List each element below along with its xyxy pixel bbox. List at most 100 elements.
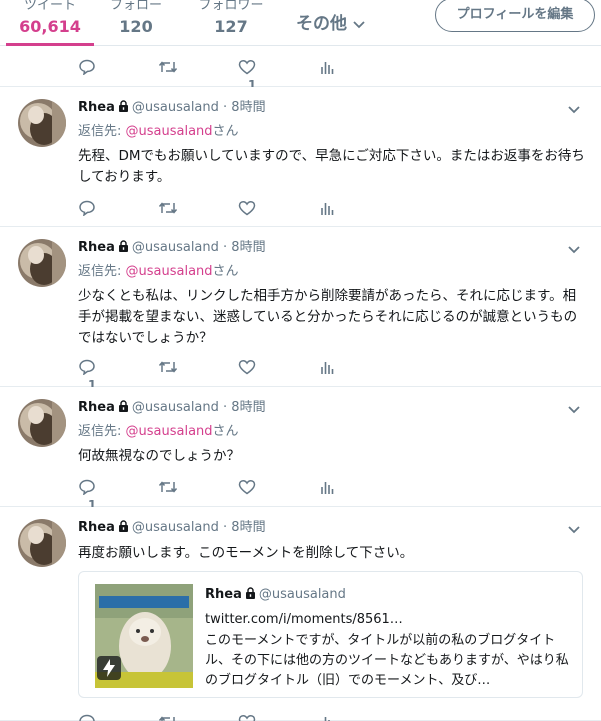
handle[interactable]: @usausaland [132,520,219,535]
card-handle: @usausaland [258,587,346,602]
moment-card[interactable]: Rhea @usausaland twitter.com/i/moments/85… [78,571,583,698]
reply-mention[interactable]: @usausaland [126,424,213,439]
retweet-button[interactable] [158,58,178,78]
tweet-header: Rhea @usausaland · 8時間 [78,519,587,538]
timestamp[interactable]: · 8時間 [223,240,266,255]
analytics-button[interactable] [320,58,334,78]
followers-label: フォロワー [198,0,264,13]
chevron-down-icon[interactable] [567,243,581,254]
tab-tweets[interactable]: ツイート 60,614 [6,0,94,46]
reply-suffix: さん [212,264,239,279]
reply-button[interactable] [78,58,96,78]
analytics-icon [320,479,334,494]
avatar[interactable] [18,99,66,147]
lock-icon [118,240,129,258]
analytics-button[interactable] [320,713,334,721]
avatar[interactable] [18,519,66,567]
tweet-body: Rhea @usausaland · 8時間 返信先: @usausalandさん… [78,399,587,467]
timestamp[interactable]: · 8時間 [223,520,266,535]
like-icon [238,359,256,374]
like-icon [238,714,256,721]
analytics-icon [320,200,334,215]
edit-profile-button[interactable]: プロフィールを編集 [435,0,595,32]
like-icon [238,200,256,215]
like-button[interactable] [238,713,256,721]
reply-prefix: 返信先: [78,124,126,139]
analytics-button[interactable] [320,358,334,378]
reply-prefix: 返信先: [78,424,126,439]
retweet-button[interactable] [158,713,178,721]
reply-button[interactable]: 1 [78,713,96,721]
display-name[interactable]: Rhea [78,520,115,535]
display-name[interactable]: Rhea [78,240,115,255]
reply-icon [78,200,96,217]
tweet-header: Rhea @usausaland · 8時間 [78,239,587,258]
tweet-header: Rhea @usausaland · 8時間 [78,99,587,118]
chevron-down-icon[interactable] [567,103,581,114]
tweet-text: 先程、DMでもお願いしていますので、早急にご対応下さい。またはお返事をお待ちして… [78,148,585,185]
reply-icon [78,359,96,376]
analytics-button[interactable] [320,199,334,219]
tweets-label: ツイート [23,0,76,13]
followers-count: 127 [214,17,248,36]
tab-followers[interactable]: フォロワー 127 [190,0,272,46]
reply-mention[interactable]: @usausaland [126,264,213,279]
handle[interactable]: @usausaland [132,100,219,115]
tweet-text: 少なくとも私は、リンクした相手方から削除要請があったら、それに応じます。相手が掲… [78,288,578,346]
analytics-button[interactable] [320,478,334,498]
card-thumbnail [95,584,193,688]
like-button[interactable]: 1 [238,58,256,92]
timestamp[interactable]: · 8時間 [223,400,266,415]
tweet[interactable]: Rhea @usausaland · 8時間 再度お願いします。このモーメントを削… [0,507,601,721]
tweets-count: 60,614 [19,17,81,36]
retweet-button[interactable] [158,478,178,498]
handle[interactable]: @usausaland [132,400,219,415]
tweet[interactable]: 1 [0,46,601,92]
handle[interactable]: @usausaland [132,240,219,255]
card-author: Rhea @usausaland [205,586,572,605]
reply-context: 返信先: @usausalandさん [78,263,587,281]
chevron-down-icon [353,14,365,34]
reply-suffix: さん [212,424,239,439]
chevron-down-icon[interactable] [567,403,581,414]
reply-context: 返信先: @usausalandさん [78,423,587,441]
tweet[interactable]: Rhea @usausaland · 8時間 返信先: @usausalandさん… [0,387,601,512]
reply-button[interactable]: 1 [78,358,96,392]
analytics-icon [320,359,334,374]
timestamp[interactable]: · 8時間 [223,100,266,115]
lock-icon [118,520,129,538]
like-icon [238,479,256,494]
more-label: その他 [296,14,347,34]
tweet[interactable]: Rhea @usausaland · 8時間 返信先: @usausalandさん… [0,227,601,392]
retweet-button[interactable] [158,199,178,219]
card-info: Rhea @usausaland twitter.com/i/moments/85… [205,586,572,691]
chevron-down-icon[interactable] [567,523,581,534]
reply-prefix: 返信先: [78,264,126,279]
tab-following[interactable]: フォロー 120 [102,0,170,46]
tweet-text: 再度お願いします。このモーメントを削除して下さい。 [78,545,414,561]
like-button[interactable] [238,199,256,219]
reply-icon [78,714,96,721]
tweet-body: Rhea @usausaland · 8時間 返信先: @usausalandさん… [78,239,587,349]
retweet-icon [158,479,178,494]
more-menu[interactable]: その他 [296,14,365,34]
tweet-body: Rhea @usausaland · 8時間 返信先: @usausalandさん… [78,99,587,188]
lightning-icon [97,656,121,680]
tweet-body: Rhea @usausaland · 8時間 再度お願いします。このモーメントを削… [78,519,587,709]
lock-icon [245,587,256,605]
display-name[interactable]: Rhea [78,400,115,415]
reply-button[interactable]: 1 [78,478,96,512]
reply-mention[interactable]: @usausaland [126,124,213,139]
display-name[interactable]: Rhea [78,100,115,115]
reply-button[interactable] [78,199,96,219]
like-button[interactable] [238,358,256,378]
tweet[interactable]: Rhea @usausaland · 8時間 返信先: @usausalandさん… [0,87,601,227]
retweet-button[interactable] [158,358,178,378]
like-button[interactable] [238,478,256,498]
timeline: 1 Rhea @usausaland · 8時間 返信先: @usausaland… [0,46,601,721]
retweet-icon [158,200,178,215]
avatar[interactable] [18,239,66,287]
profile-nav: ツイート 60,614 フォロー 120 フォロワー 127 その他 プロフィー… [0,0,601,46]
like-icon [238,59,256,74]
avatar[interactable] [18,399,66,447]
